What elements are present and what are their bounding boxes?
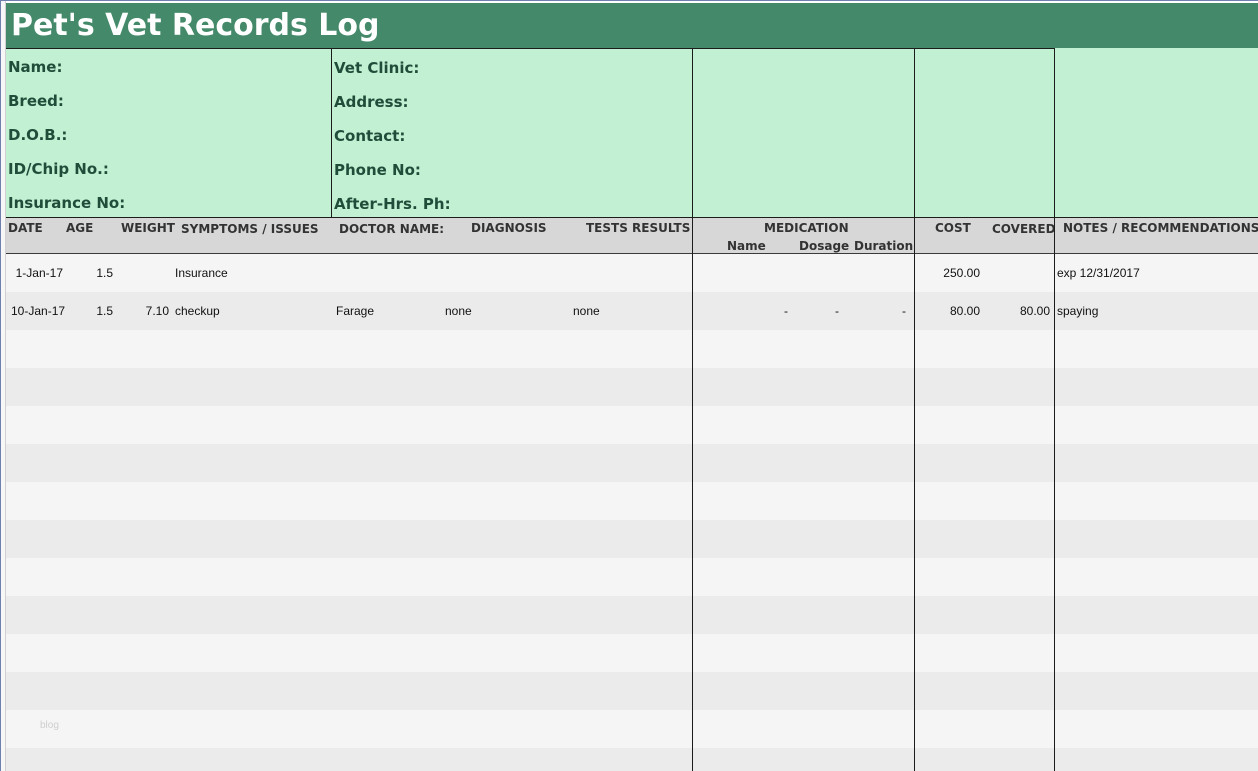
table-row[interactable]: [6, 520, 1258, 558]
column-divider-cost: [914, 48, 915, 771]
insurance-label[interactable]: Insurance No:: [8, 194, 125, 212]
header-med-dosage[interactable]: Dosage: [799, 239, 849, 253]
info-bottom-border: [6, 217, 1258, 218]
column-divider-notes: [1054, 48, 1055, 771]
header-symptoms[interactable]: SYMPTOMS / ISSUES: [181, 222, 319, 236]
cell-doctor[interactable]: Farage: [336, 292, 441, 330]
header-med-name[interactable]: Name: [727, 239, 766, 253]
cell-symptoms[interactable]: checkup: [175, 292, 325, 330]
pet-name-label[interactable]: Name:: [8, 58, 62, 76]
cell-med-dosage[interactable]: -: [796, 292, 839, 330]
contact-label[interactable]: Contact:: [334, 127, 405, 145]
table-row[interactable]: [6, 748, 1258, 771]
cell-age[interactable]: 1.5: [66, 292, 113, 330]
cell-covered[interactable]: 80.00: [986, 292, 1050, 330]
table-row[interactable]: [6, 368, 1258, 406]
pet-info-panel: [6, 48, 1258, 218]
table-row[interactable]: [6, 482, 1258, 520]
cell-date[interactable]: 1-Jan-17: [11, 254, 63, 292]
column-divider-medication: [692, 48, 693, 771]
id-chip-label[interactable]: ID/Chip No.:: [8, 160, 109, 178]
header-cost[interactable]: COST: [935, 221, 971, 235]
header-notes[interactable]: NOTES / RECOMMENDATIONS: [1063, 221, 1258, 235]
spreadsheet: Pet's Vet Records Log Name: Breed: D.O.B…: [0, 0, 1258, 771]
header-diagnosis[interactable]: DIAGNOSIS: [471, 221, 547, 235]
header-med-duration[interactable]: Duration: [854, 239, 913, 253]
phone-label[interactable]: Phone No:: [334, 161, 421, 179]
dob-label[interactable]: D.O.B.:: [8, 126, 67, 144]
vet-clinic-label[interactable]: Vet Clinic:: [334, 59, 419, 77]
table-row[interactable]: [6, 558, 1258, 596]
page-title: Pet's Vet Records Log: [6, 3, 1258, 48]
watermark-text: blog: [40, 720, 59, 731]
table-row[interactable]: [6, 406, 1258, 444]
header-age[interactable]: AGE: [66, 221, 93, 235]
info-divider-1: [331, 48, 332, 218]
address-label[interactable]: Address:: [334, 93, 409, 111]
cell-notes[interactable]: spaying: [1057, 292, 1252, 330]
after-hours-phone-label[interactable]: After-Hrs. Ph:: [334, 195, 451, 213]
header-medication[interactable]: MEDICATION: [764, 221, 849, 235]
table-row[interactable]: [6, 710, 1258, 748]
table-row[interactable]: [6, 330, 1258, 368]
table-row[interactable]: [6, 444, 1258, 482]
breed-label[interactable]: Breed:: [8, 92, 64, 110]
header-date[interactable]: DATE: [8, 221, 43, 235]
cell-med-duration[interactable]: -: [846, 292, 906, 330]
cell-symptoms[interactable]: Insurance: [175, 254, 325, 292]
table-row[interactable]: [6, 672, 1258, 710]
cell-diagnosis[interactable]: none: [445, 292, 565, 330]
cell-cost[interactable]: 250.00: [918, 254, 980, 292]
table-row[interactable]: [6, 634, 1258, 672]
cell-med-name[interactable]: -: [706, 292, 788, 330]
cell-tests[interactable]: none: [573, 292, 683, 330]
header-covered[interactable]: COVERED: [992, 222, 1056, 236]
cell-notes[interactable]: exp 12/31/2017: [1057, 254, 1252, 292]
table-row[interactable]: 1-Jan-17 1.5 Insurance 250.00 exp 12/31/2017: [6, 254, 1258, 292]
header-doctor[interactable]: DOCTOR NAME:: [339, 222, 444, 236]
table-row[interactable]: [6, 596, 1258, 634]
table-row[interactable]: 10-Jan-17 1.5 7.10 checkup Farage none none - - -…: [6, 292, 1258, 330]
header-weight[interactable]: WEIGHT: [121, 221, 175, 235]
header-tests[interactable]: TESTS RESULTS: [586, 221, 690, 235]
title-bottom-border: [6, 48, 1055, 49]
cell-weight[interactable]: 7.10: [116, 292, 169, 330]
cell-age[interactable]: 1.5: [66, 254, 113, 292]
cell-cost[interactable]: 80.00: [918, 292, 980, 330]
cell-date[interactable]: 10-Jan-17: [11, 292, 65, 330]
